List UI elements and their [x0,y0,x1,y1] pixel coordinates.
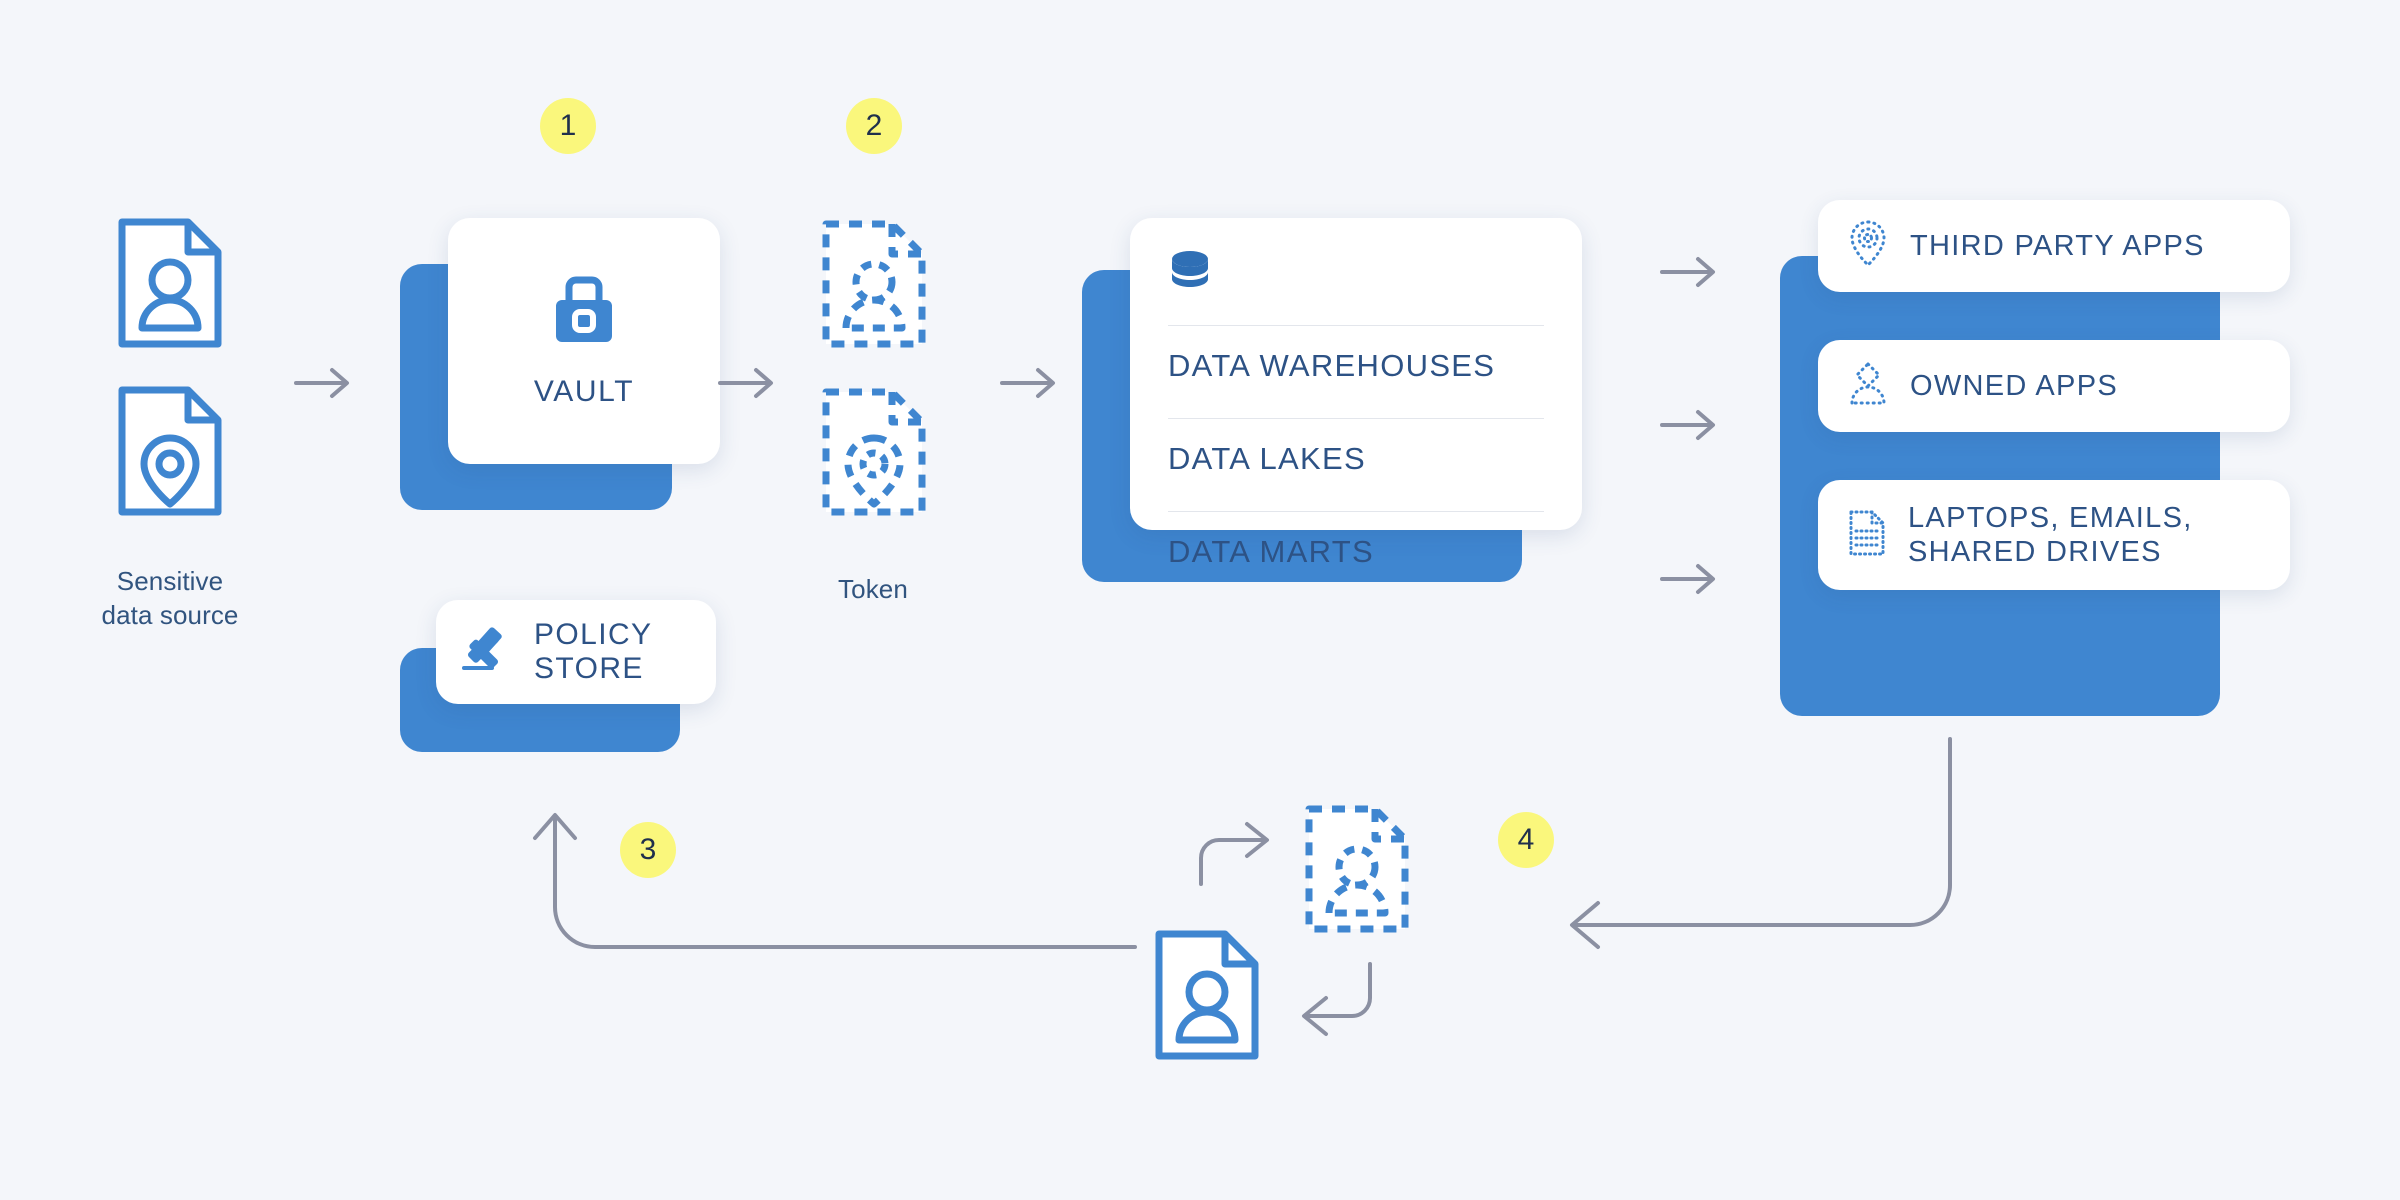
vault-card-face[interactable]: VAULT [448,218,720,464]
step-badge-1-label: 1 [559,109,577,142]
destination-card-laptops-emails-shared-drives[interactable]: LAPTOPS, EMAILS, SHARED DRIVES [1818,480,2290,590]
arrow-data-to-owned-apps [1660,408,1720,447]
policy-store-label-line1: POLICY [534,617,653,651]
vault-label: VAULT [533,374,635,408]
step-badge-2-label: 2 [865,109,883,142]
token-caption: Token [838,574,908,604]
vault-card[interactable]: VAULT [400,218,730,518]
destination-card-third-party-apps[interactable]: THIRD PARTY APPS [1818,200,2290,292]
data-platform-item-2[interactable]: DATA MARTS [1168,512,1544,588]
step-badge-4-label: 4 [1517,823,1535,856]
gavel-icon [460,625,512,680]
step-badge-2: 2 [846,98,902,154]
policy-store-label-line2: STORE [534,652,644,685]
return-path-from-destinations [1520,735,2000,960]
database-icon [1168,251,1212,298]
return-path-to-policy-store [520,800,1140,965]
dotted-location-pin-icon [1848,219,1888,274]
diagram-canvas: Sensitive data source 1 VAULT POLICY STO… [0,0,2400,1200]
source-caption-line1: Sensitive [116,566,224,596]
arrow-data-to-laptops [1660,562,1720,601]
arrow-source-to-vault [294,366,354,405]
person-document-icon [118,218,222,348]
destination-label-owned-apps: OWNED APPS [1910,369,2118,402]
arrow-data-to-third-party-apps [1660,255,1720,294]
destination-card-owned-apps[interactable]: OWNED APPS [1818,340,2290,432]
dashed-location-document-icon [822,388,926,516]
curved-arrow-down-left-icon [1290,960,1376,1043]
destination-label-laptops-emails-shared-drives: LAPTOPS, EMAILS, SHARED DRIVES [1908,501,2193,569]
detokenized-person-document-icon [1155,930,1259,1060]
step-badge-3: 3 [620,822,676,878]
destination-label-line2: SHARED DRIVES [1908,536,2162,568]
step-badge-1: 1 [540,98,596,154]
data-platform-card[interactable]: DATA WAREHOUSES DATA LAKES DATA MARTS [1082,218,1602,638]
dotted-file-icon [1848,509,1886,562]
destination-label-third-party-apps: THIRD PARTY APPS [1910,229,2205,262]
arrow-vault-to-token [718,366,778,405]
source-caption: Sensitive data source [58,564,282,633]
dashed-person-document-icon [822,220,926,348]
step-badge-3-label: 3 [639,833,657,866]
curved-arrow-up-right-icon [1197,820,1277,895]
data-platform-face[interactable]: DATA WAREHOUSES DATA LAKES DATA MARTS [1130,218,1582,569]
data-platform-item-1[interactable]: DATA LAKES [1168,419,1544,495]
source-caption-line2: data source [101,600,239,631]
policy-store-label: POLICY STORE [534,618,652,687]
dotted-person-icon [1848,360,1888,413]
destinations-group: THIRD PARTY APPS OWNED APPS LAPTOPS, EMA… [1780,200,2320,716]
policy-store-card[interactable]: POLICY STORE [400,600,730,760]
destination-label-line1: LAPTOPS, EMAILS, [1908,501,2193,534]
padlock-icon [552,274,616,349]
data-platform-item-0[interactable]: DATA WAREHOUSES [1168,326,1544,402]
location-document-icon [118,386,222,516]
arrow-token-to-data [1000,366,1060,405]
exchange-dashed-person-document-icon [1305,805,1409,933]
step-badge-4: 4 [1498,812,1554,868]
policy-store-face[interactable]: POLICY STORE [436,600,716,704]
